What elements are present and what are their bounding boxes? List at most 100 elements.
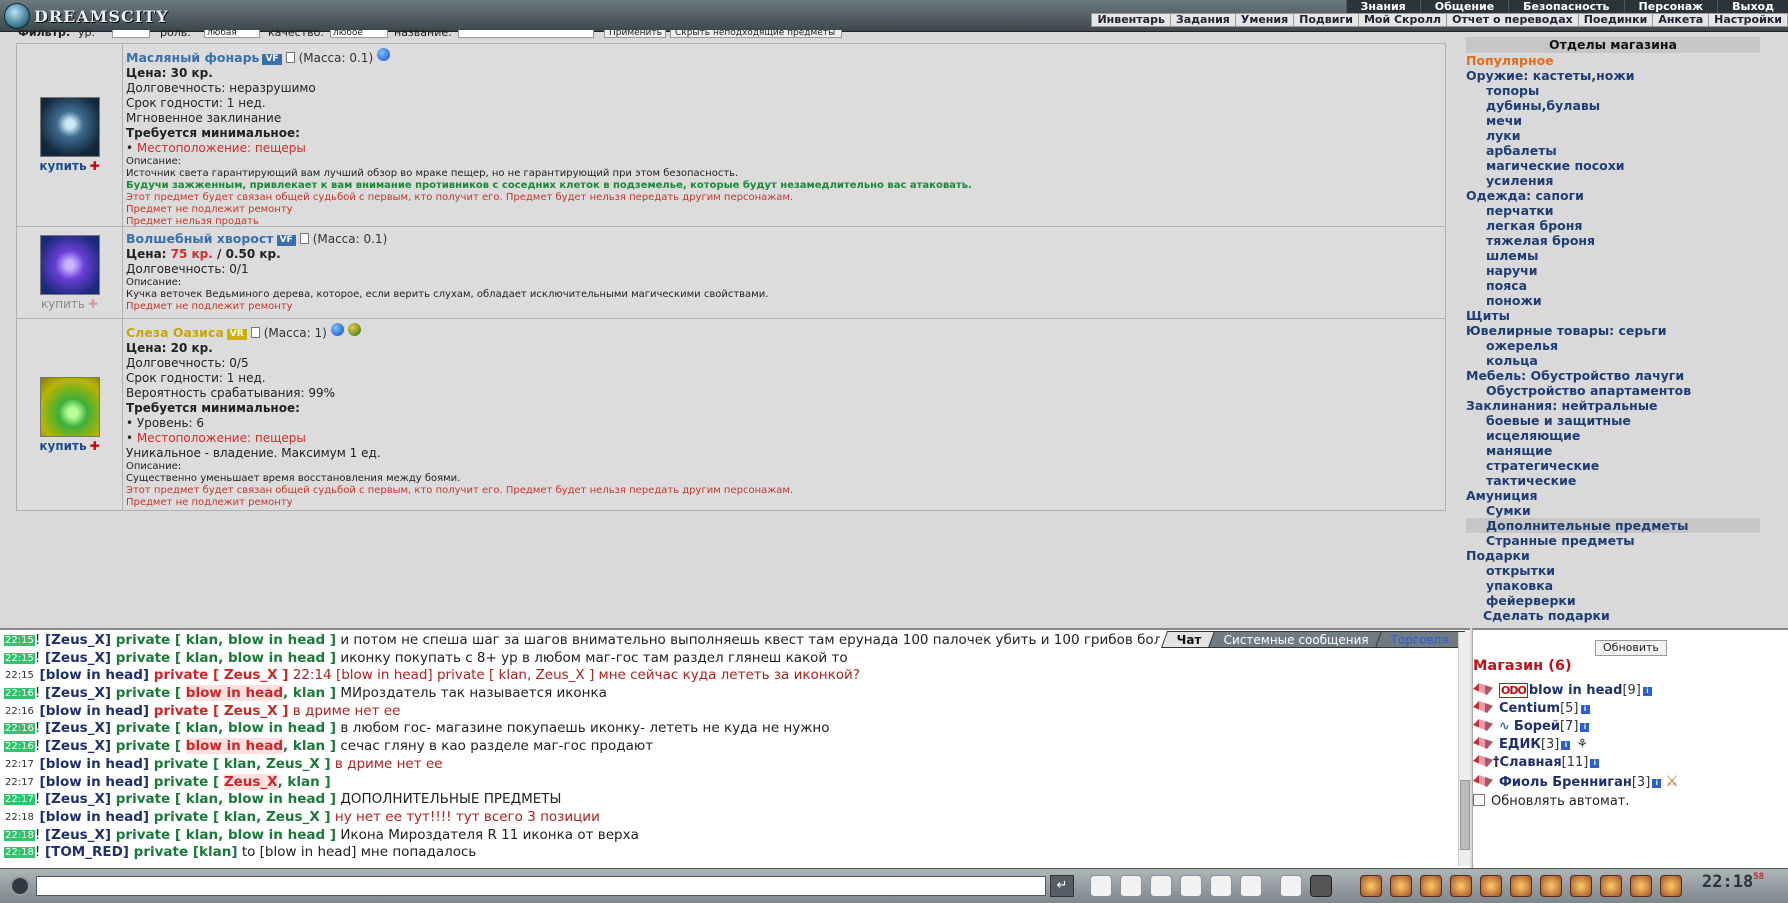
filter-icon[interactable] — [1120, 875, 1142, 897]
shop-section-item[interactable]: мечи — [1466, 113, 1760, 128]
shop-section-item[interactable]: боевые и защитные — [1466, 413, 1760, 428]
shop-section-item[interactable]: Одежда: сапоги — [1466, 188, 1760, 203]
shop-section-item[interactable]: открытки — [1466, 563, 1760, 578]
chat-sender[interactable]: [Zeus_X] — [40, 791, 111, 807]
auto-refresh-checkbox[interactable] — [1473, 794, 1485, 806]
chat-timestamp[interactable]: 22:16 — [4, 741, 35, 753]
info-icon[interactable]: i — [1590, 759, 1600, 768]
submenu-transfer-report[interactable]: Отчет о переводах — [1447, 14, 1579, 26]
menu-orb-icon[interactable] — [10, 876, 30, 896]
music-note-icon[interactable] — [1480, 875, 1502, 897]
chat-timestamp[interactable]: 22:17 — [4, 759, 35, 770]
pet-icon[interactable] — [1450, 875, 1472, 897]
submenu-profile[interactable]: Анкета — [1653, 14, 1710, 26]
tab-trade-label[interactable]: Торговля — [1391, 632, 1449, 649]
plus-icon[interactable]: ✚ — [90, 159, 100, 173]
chat-sender[interactable]: [Zeus_X] — [40, 650, 111, 666]
shop-section-item[interactable]: тактические — [1466, 473, 1760, 488]
chat-timestamp[interactable]: 22:17 — [4, 777, 35, 788]
chat-timestamp[interactable]: 22:15 — [4, 652, 35, 664]
shop-section-item[interactable]: Амуниция — [1466, 488, 1760, 503]
chat-input[interactable] — [36, 876, 1046, 896]
chat-sender[interactable]: [blow in head] — [35, 703, 150, 719]
translit-icon[interactable] — [1210, 875, 1232, 897]
shop-section-item[interactable]: Сумки — [1466, 503, 1760, 518]
chat-sender[interactable]: [Zeus_X] — [40, 685, 111, 701]
buy-button[interactable]: купить ✚ — [39, 159, 99, 173]
shop-section-item[interactable]: Щиты — [1466, 308, 1760, 323]
flag-icon[interactable] — [1630, 875, 1652, 897]
submenu-settings[interactable]: Настройки — [1709, 14, 1787, 26]
action-icon[interactable] — [1473, 737, 1493, 749]
buy-label[interactable]: купить — [39, 159, 86, 173]
info-icon[interactable]: i — [1580, 723, 1590, 732]
torch-icon[interactable] — [1390, 875, 1412, 897]
potion-icon[interactable] — [1420, 875, 1442, 897]
shop-user[interactable]: †Славная[11] i — [1473, 754, 1600, 772]
chat-sender[interactable]: [TOM_RED] — [40, 844, 129, 860]
item-name[interactable]: Слеза Оазиса — [126, 325, 224, 340]
menu-security[interactable]: Безопасность — [1508, 0, 1623, 13]
chat-sender[interactable]: [Zeus_X] — [40, 632, 111, 648]
shop-user[interactable]: Фиоль Бренниган[3] i ⚔ — [1473, 772, 1679, 790]
item-name[interactable]: Масляный фонарь — [126, 50, 259, 65]
shop-section-item[interactable]: шлемы — [1466, 248, 1760, 263]
chat-timestamp[interactable]: 22:16 — [4, 688, 35, 700]
user-name[interactable]: Фиоль Бренниган — [1499, 775, 1632, 790]
plus-icon[interactable]: ✚ — [90, 439, 100, 453]
brushwood-image[interactable] — [39, 234, 100, 295]
shop-section-item[interactable]: пояса — [1466, 278, 1760, 293]
chat-sender[interactable]: [blow in head] — [35, 667, 150, 683]
action-icon[interactable] — [1473, 755, 1493, 767]
shop-section-item[interactable]: легкая броня — [1466, 218, 1760, 233]
chat-sender[interactable]: [Zeus_X] — [40, 827, 111, 843]
shop-section-item[interactable]: поножи — [1466, 293, 1760, 308]
lamp-icon[interactable] — [1660, 875, 1682, 897]
chat-scrollbar[interactable] — [1458, 632, 1470, 866]
filter-apply-button[interactable]: Применить — [604, 30, 666, 38]
shop-section-item[interactable]: фейерверки — [1466, 593, 1760, 608]
logo[interactable]: DREAMSCITY — [4, 2, 174, 30]
chat-timestamp[interactable]: 22:15 — [4, 635, 35, 646]
shop-section-item[interactable]: Сделать подарки — [1466, 608, 1760, 623]
shop-section-item[interactable]: Популярное — [1466, 53, 1760, 68]
filter-level-input[interactable] — [112, 30, 150, 38]
shop-section-item[interactable]: исцеляющие — [1466, 428, 1760, 443]
oasis-tear-image[interactable] — [39, 376, 100, 437]
eraser-icon[interactable] — [1090, 875, 1112, 897]
chat-sender[interactable]: [blow in head] — [35, 774, 150, 790]
shop-section-item[interactable]: Подарки — [1466, 548, 1760, 563]
shop-user[interactable]: ∿ Борей[7] i — [1473, 718, 1590, 736]
tab-chat-label[interactable]: Чат — [1177, 632, 1202, 649]
shop-section-item[interactable]: манящие — [1466, 443, 1760, 458]
chat-timestamp[interactable]: 22:16 — [4, 706, 35, 717]
info-icon[interactable]: i — [1642, 687, 1652, 696]
user-name[interactable]: Борей — [1514, 719, 1560, 734]
person-icon[interactable] — [1180, 875, 1202, 897]
chat-timestamp[interactable]: 22:18 — [4, 847, 35, 859]
cat-icon[interactable] — [1600, 875, 1622, 897]
user-name[interactable]: ЕДИК — [1499, 737, 1541, 752]
group-icon[interactable] — [1310, 875, 1332, 897]
submenu-my-scroll[interactable]: Мой Скролл — [1359, 14, 1448, 26]
item-name[interactable]: Волшебный хворост — [126, 231, 274, 246]
info-icon[interactable]: i — [1652, 779, 1662, 788]
shop-section-item[interactable]: Странные предметы — [1466, 533, 1760, 548]
filter-name-input[interactable] — [458, 30, 594, 38]
menu-character[interactable]: Персонаж — [1623, 0, 1718, 13]
action-icon[interactable] — [1473, 719, 1493, 731]
submenu-tasks[interactable]: Задания — [1171, 14, 1236, 26]
shop-section-item[interactable]: кольца — [1466, 353, 1760, 368]
filter-quality-select[interactable]: любое — [330, 30, 388, 38]
shop-section-item[interactable]: упаковка — [1466, 578, 1760, 593]
menu-communication[interactable]: Общение — [1419, 0, 1508, 13]
gear-icon[interactable] — [1570, 875, 1592, 897]
lantern-image[interactable] — [39, 97, 100, 157]
refresh-button[interactable]: Обновить — [1595, 640, 1667, 656]
chat-sender[interactable]: [blow in head] — [35, 809, 150, 825]
buy-label[interactable]: купить — [39, 439, 86, 453]
chat-timestamp[interactable]: 22:18 — [4, 829, 35, 841]
action-icon[interactable] — [1473, 701, 1493, 713]
flask-icon[interactable] — [1540, 875, 1562, 897]
submenu-duels[interactable]: Поединки — [1579, 14, 1654, 26]
